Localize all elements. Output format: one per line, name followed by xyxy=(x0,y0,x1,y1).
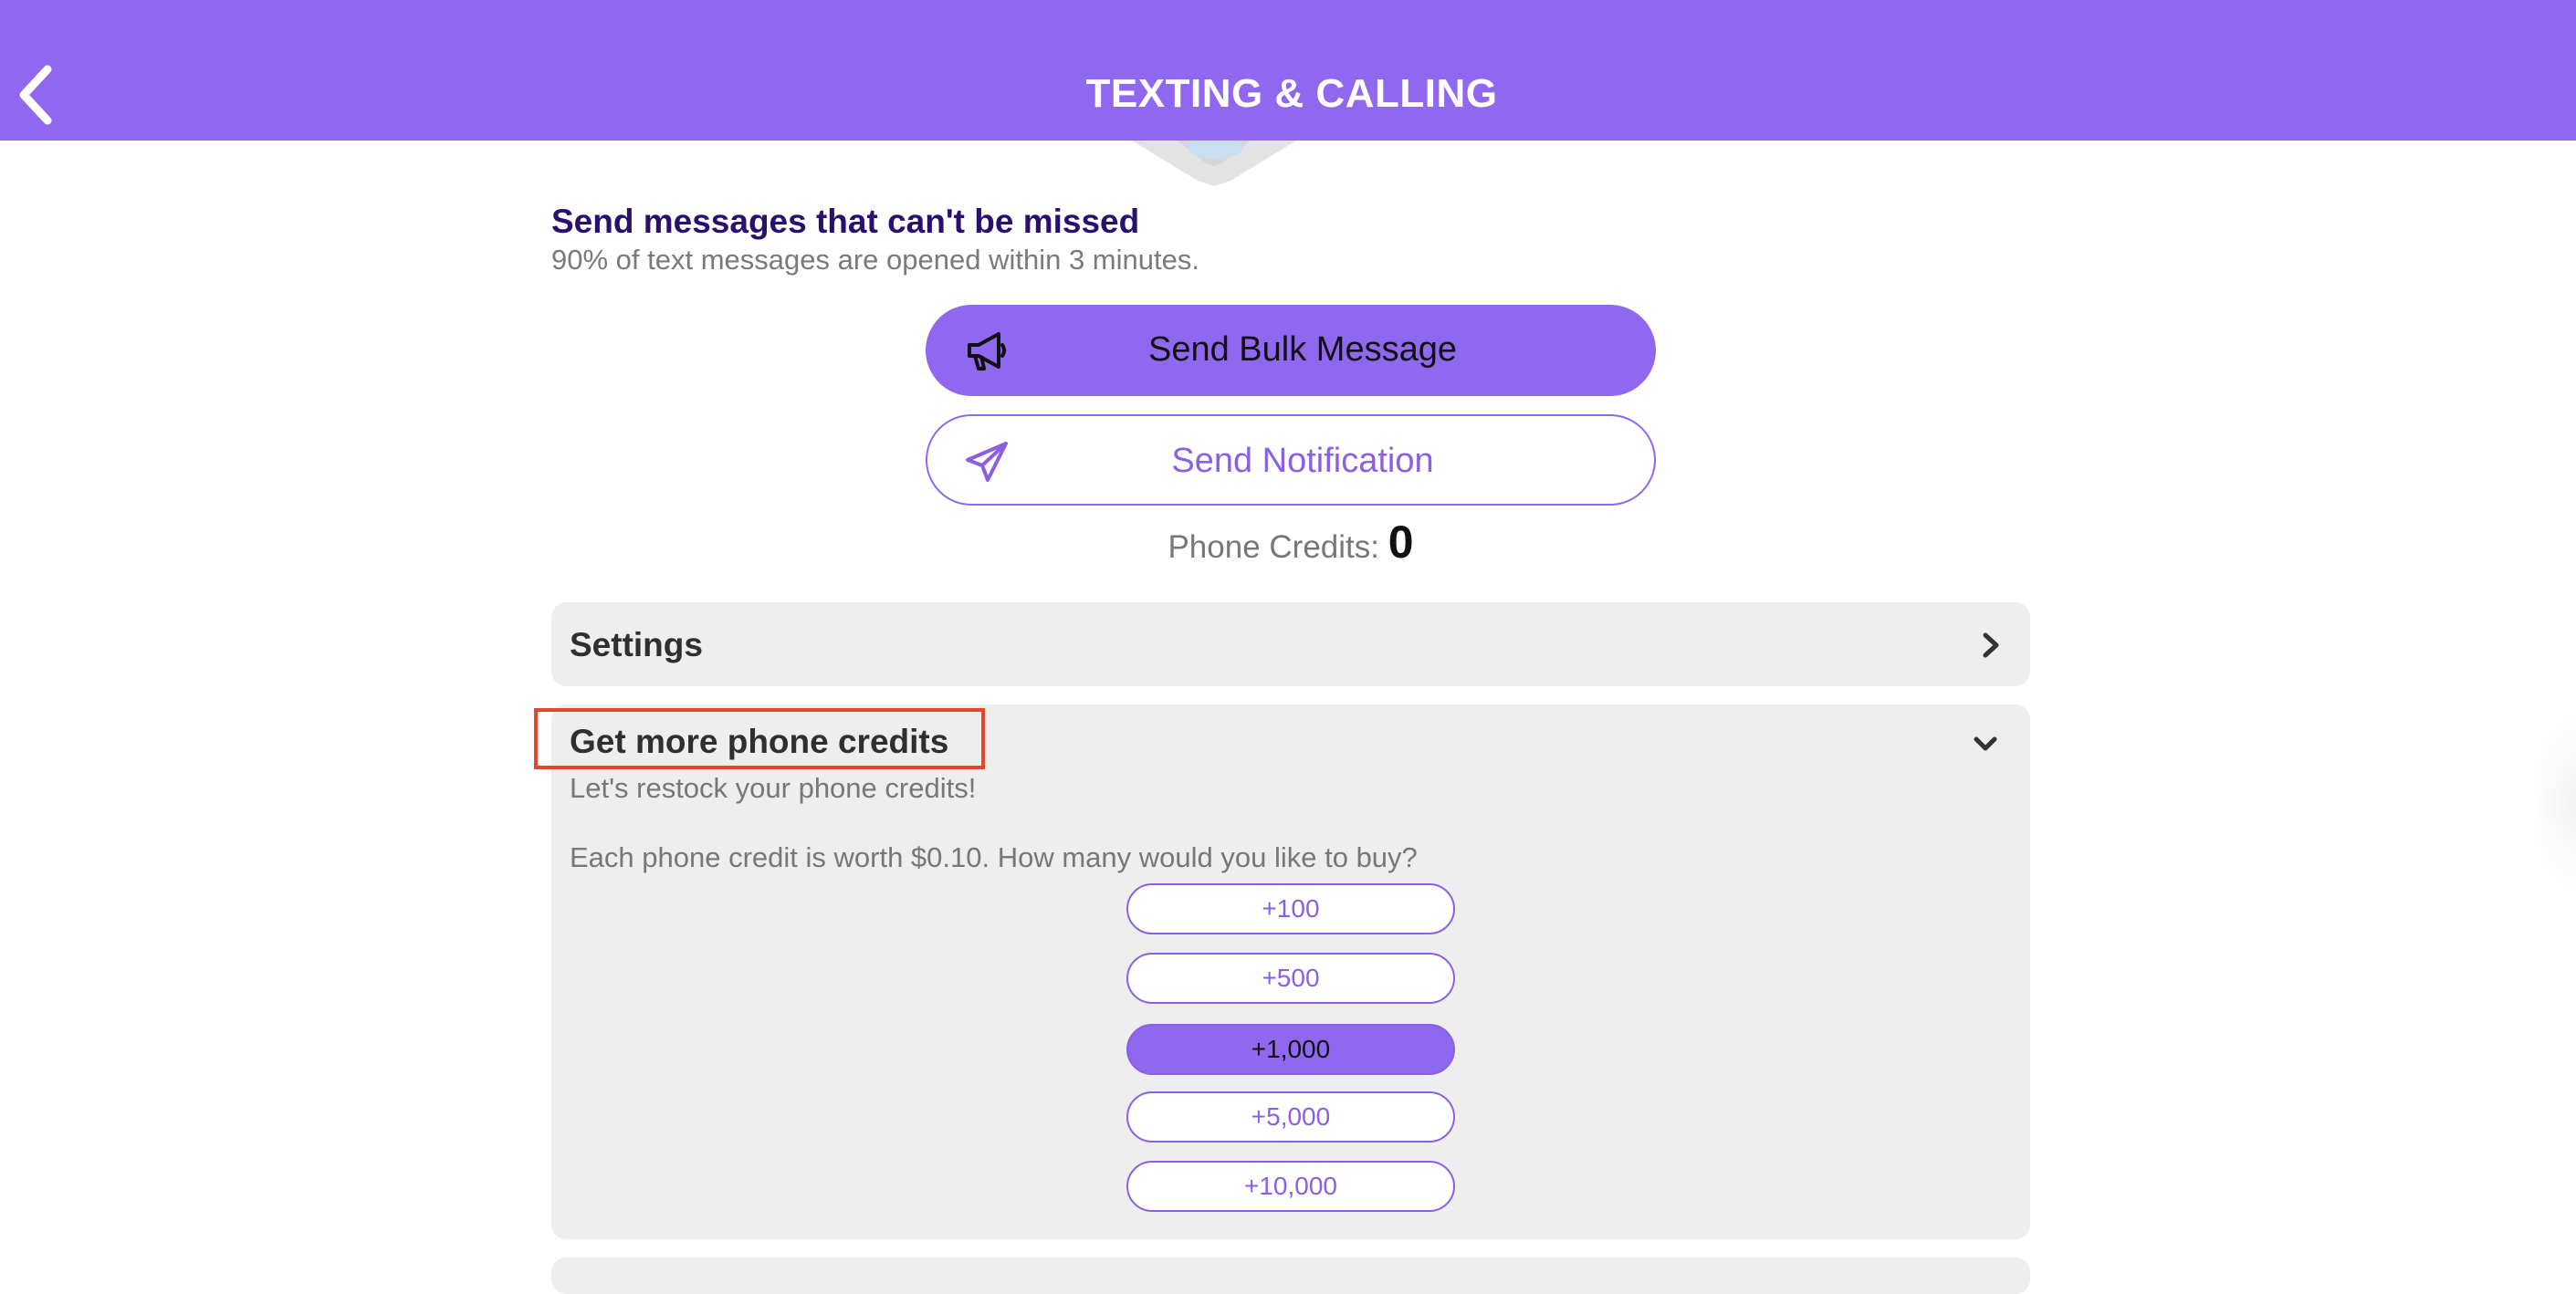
credit-option-5000[interactable]: +5,000 xyxy=(1126,1091,1455,1143)
highlight-box xyxy=(534,708,985,769)
send-notification-button[interactable]: Send Notification xyxy=(926,414,1656,506)
scroll-edge-shadow xyxy=(2530,712,2576,894)
hero-illustration xyxy=(1132,141,1296,186)
phone-credits: Phone Credits: 0 xyxy=(0,516,2576,569)
top-bar: TEXTING & CALLING xyxy=(0,0,2576,141)
send-bulk-message-label: Send Bulk Message xyxy=(1148,330,1457,369)
credit-price-prompt: Each phone credit is worth $0.10. How ma… xyxy=(570,841,1418,873)
credit-option-100[interactable]: +100 xyxy=(1126,883,1455,934)
restock-text: Let's restock your phone credits! xyxy=(570,772,977,804)
chevron-right-icon xyxy=(1983,632,1999,658)
get-credits-section: Get more phone credits Let's restock you… xyxy=(551,704,2030,1239)
chevron-down-icon[interactable] xyxy=(1972,730,1999,757)
credit-option-1000[interactable]: +1,000 xyxy=(1126,1024,1455,1075)
credit-option-10000[interactable]: +10,000 xyxy=(1126,1161,1455,1212)
settings-row[interactable]: Settings xyxy=(551,602,2030,686)
send-bulk-message-button[interactable]: Send Bulk Message xyxy=(926,305,1656,396)
phone-credits-label: Phone Credits: xyxy=(1168,529,1379,565)
intro-subheading: 90% of text messages are opened within 3… xyxy=(551,244,1199,276)
settings-title: Settings xyxy=(570,626,703,663)
page-title: TEXTING & CALLING xyxy=(1085,71,1498,116)
next-section-card[interactable] xyxy=(551,1257,2030,1294)
credit-option-500[interactable]: +500 xyxy=(1126,953,1455,1004)
phone-credits-value: 0 xyxy=(1387,517,1414,568)
intro-heading: Send messages that can't be missed xyxy=(551,203,1140,240)
send-notification-label: Send Notification xyxy=(1171,442,1434,480)
